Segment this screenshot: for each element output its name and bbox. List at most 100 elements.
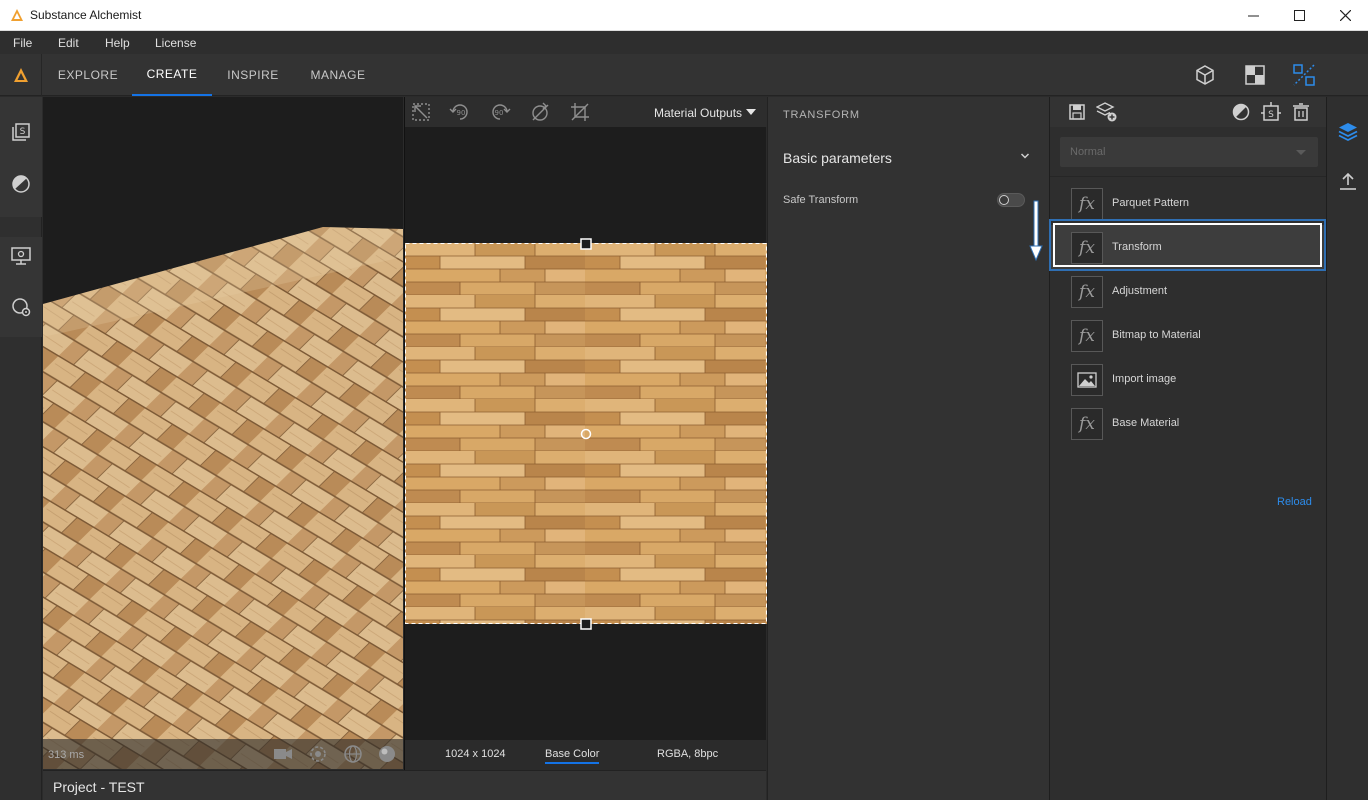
environment-rotate-icon[interactable] bbox=[308, 744, 328, 764]
split-view-icon[interactable] bbox=[1293, 64, 1315, 86]
transform-pivot-handle[interactable] bbox=[580, 428, 592, 440]
layer-stack-toolbar: S bbox=[1050, 97, 1327, 127]
2d-view-toolbar: 90 90 Material Outputs bbox=[405, 97, 767, 127]
safe-transform-toggle[interactable] bbox=[997, 193, 1025, 207]
export-icon[interactable] bbox=[1337, 171, 1359, 193]
3d-material-preview bbox=[43, 227, 403, 769]
project-name: Project - TEST bbox=[53, 779, 145, 795]
close-icon bbox=[1339, 10, 1351, 21]
layer-item-parquet-pattern[interactable]: fx Parquet Pattern bbox=[1050, 181, 1327, 225]
2d-view-icon[interactable] bbox=[1244, 64, 1266, 86]
reset-rotation-icon[interactable] bbox=[529, 101, 551, 123]
material-ball-icon[interactable] bbox=[10, 173, 32, 195]
layer-name: Bitmap to Material bbox=[1112, 329, 1201, 341]
material-ball-icon[interactable] bbox=[1230, 101, 1252, 123]
fx-icon: fx bbox=[1071, 320, 1103, 352]
sphere-shape-icon[interactable] bbox=[377, 744, 397, 764]
layer-name: Adjustment bbox=[1112, 285, 1168, 297]
blend-mode-value: Normal bbox=[1070, 146, 1106, 158]
transform-handle-top[interactable] bbox=[580, 238, 592, 250]
home-logo[interactable] bbox=[0, 54, 42, 96]
menu-help[interactable]: Help bbox=[105, 36, 130, 50]
menu-edit[interactable]: Edit bbox=[58, 36, 79, 50]
left-sidebar: S bbox=[0, 97, 42, 800]
chevron-down-icon[interactable] bbox=[746, 109, 756, 115]
2d-view-status-bar: 1024 x 1024 Base Color RGBA, 8bpc bbox=[405, 740, 767, 770]
svg-text:S: S bbox=[20, 127, 26, 137]
section-title[interactable]: Basic parameters bbox=[783, 150, 892, 166]
3d-viewport[interactable]: 313 ms bbox=[43, 97, 403, 769]
tab-explore[interactable]: EXPLORE bbox=[52, 54, 124, 96]
arrow-down-annotation bbox=[1029, 200, 1043, 262]
display-settings-icon[interactable] bbox=[10, 245, 32, 267]
fx-icon: fx bbox=[1071, 408, 1103, 440]
blend-mode-select[interactable]: Normal bbox=[1060, 137, 1318, 167]
rotate-right-90-icon[interactable]: 90 bbox=[489, 101, 511, 123]
fx-icon: fx bbox=[1071, 232, 1103, 264]
minimize-icon bbox=[1247, 15, 1259, 17]
fit-view-icon[interactable] bbox=[410, 101, 432, 123]
camera-icon[interactable] bbox=[273, 744, 293, 764]
main-nav: EXPLORE CREATE INSPIRE MANAGE bbox=[0, 54, 1368, 96]
render-settings-icon[interactable] bbox=[10, 296, 32, 318]
layer-item-bitmap-to-material[interactable]: fx Bitmap to Material bbox=[1050, 313, 1327, 357]
layer-item-import-image[interactable]: Import image bbox=[1050, 357, 1327, 401]
save-icon[interactable] bbox=[1066, 101, 1088, 123]
channel-select[interactable]: Base Color bbox=[545, 748, 600, 764]
toggle-knob bbox=[999, 195, 1009, 205]
add-layer-icon[interactable] bbox=[1096, 101, 1118, 123]
rotate-left-90-icon[interactable]: 90 bbox=[449, 101, 471, 123]
substance-library-icon[interactable]: S bbox=[10, 121, 32, 143]
alchemist-logo-icon bbox=[13, 68, 28, 82]
project-bar: Project - TEST bbox=[43, 770, 766, 800]
maximize-icon bbox=[1293, 10, 1305, 21]
menu-license[interactable]: License bbox=[155, 36, 196, 50]
param-label: Safe Transform bbox=[783, 194, 859, 206]
viewport-status-bar: 313 ms bbox=[43, 739, 403, 769]
resolution-label: 1024 x 1024 bbox=[445, 748, 506, 760]
window-title: Substance Alchemist bbox=[30, 8, 142, 22]
delete-icon[interactable] bbox=[1290, 101, 1312, 123]
divider bbox=[1050, 176, 1327, 177]
3d-view-icon[interactable] bbox=[1194, 64, 1216, 86]
tab-create[interactable]: CREATE bbox=[132, 54, 212, 96]
format-label: RGBA, 8bpc bbox=[657, 748, 719, 760]
menu-bar: File Edit Help License bbox=[0, 31, 1368, 54]
properties-header: TRANSFORM bbox=[783, 109, 860, 121]
app-logo-icon bbox=[11, 9, 23, 21]
material-outputs-select[interactable]: Material Outputs bbox=[654, 106, 742, 120]
layer-item-adjustment[interactable]: fx Adjustment bbox=[1050, 269, 1327, 313]
title-bar: Substance Alchemist bbox=[0, 0, 1368, 31]
tab-manage[interactable]: MANAGE bbox=[303, 54, 373, 96]
right-sidebar bbox=[1326, 97, 1368, 800]
svg-text:S: S bbox=[1268, 110, 1274, 120]
properties-panel: TRANSFORM Basic parameters Safe Transfor… bbox=[767, 97, 1049, 800]
svg-text:90: 90 bbox=[495, 109, 504, 117]
close-button[interactable] bbox=[1322, 0, 1368, 31]
layer-name: Parquet Pattern bbox=[1112, 197, 1190, 209]
globe-icon[interactable] bbox=[343, 744, 363, 764]
image-icon bbox=[1071, 364, 1103, 396]
svg-text:90: 90 bbox=[457, 109, 466, 117]
layers-icon[interactable] bbox=[1337, 121, 1359, 143]
menu-file[interactable]: File bbox=[13, 36, 32, 50]
layer-stack-panel: S Normal fx Parquet Pattern fx Transform… bbox=[1049, 97, 1327, 800]
minimize-button[interactable] bbox=[1230, 0, 1276, 31]
reload-link[interactable]: Reload bbox=[1277, 496, 1312, 508]
left-sidebar-group-top bbox=[0, 97, 42, 217]
layer-item-base-material[interactable]: fx Base Material bbox=[1050, 401, 1327, 445]
layer-name: Import image bbox=[1112, 373, 1177, 385]
substance-filter-icon[interactable]: S bbox=[1260, 101, 1282, 123]
fx-icon: fx bbox=[1071, 188, 1103, 220]
transform-handle-bottom[interactable] bbox=[580, 618, 592, 630]
layer-item-transform[interactable]: fx Transform bbox=[1050, 225, 1327, 269]
reset-crop-icon[interactable] bbox=[569, 101, 591, 123]
2d-viewport[interactable]: 90 90 Material Outputs 1024 x 1024 Base … bbox=[404, 97, 767, 770]
layer-name: Transform bbox=[1112, 241, 1162, 253]
fx-icon: fx bbox=[1071, 276, 1103, 308]
layer-name: Base Material bbox=[1112, 417, 1180, 429]
chevron-down-icon[interactable] bbox=[1020, 151, 1030, 161]
maximize-button[interactable] bbox=[1276, 0, 1322, 31]
render-time: 313 ms bbox=[48, 749, 85, 761]
tab-inspire[interactable]: INSPIRE bbox=[220, 54, 286, 96]
